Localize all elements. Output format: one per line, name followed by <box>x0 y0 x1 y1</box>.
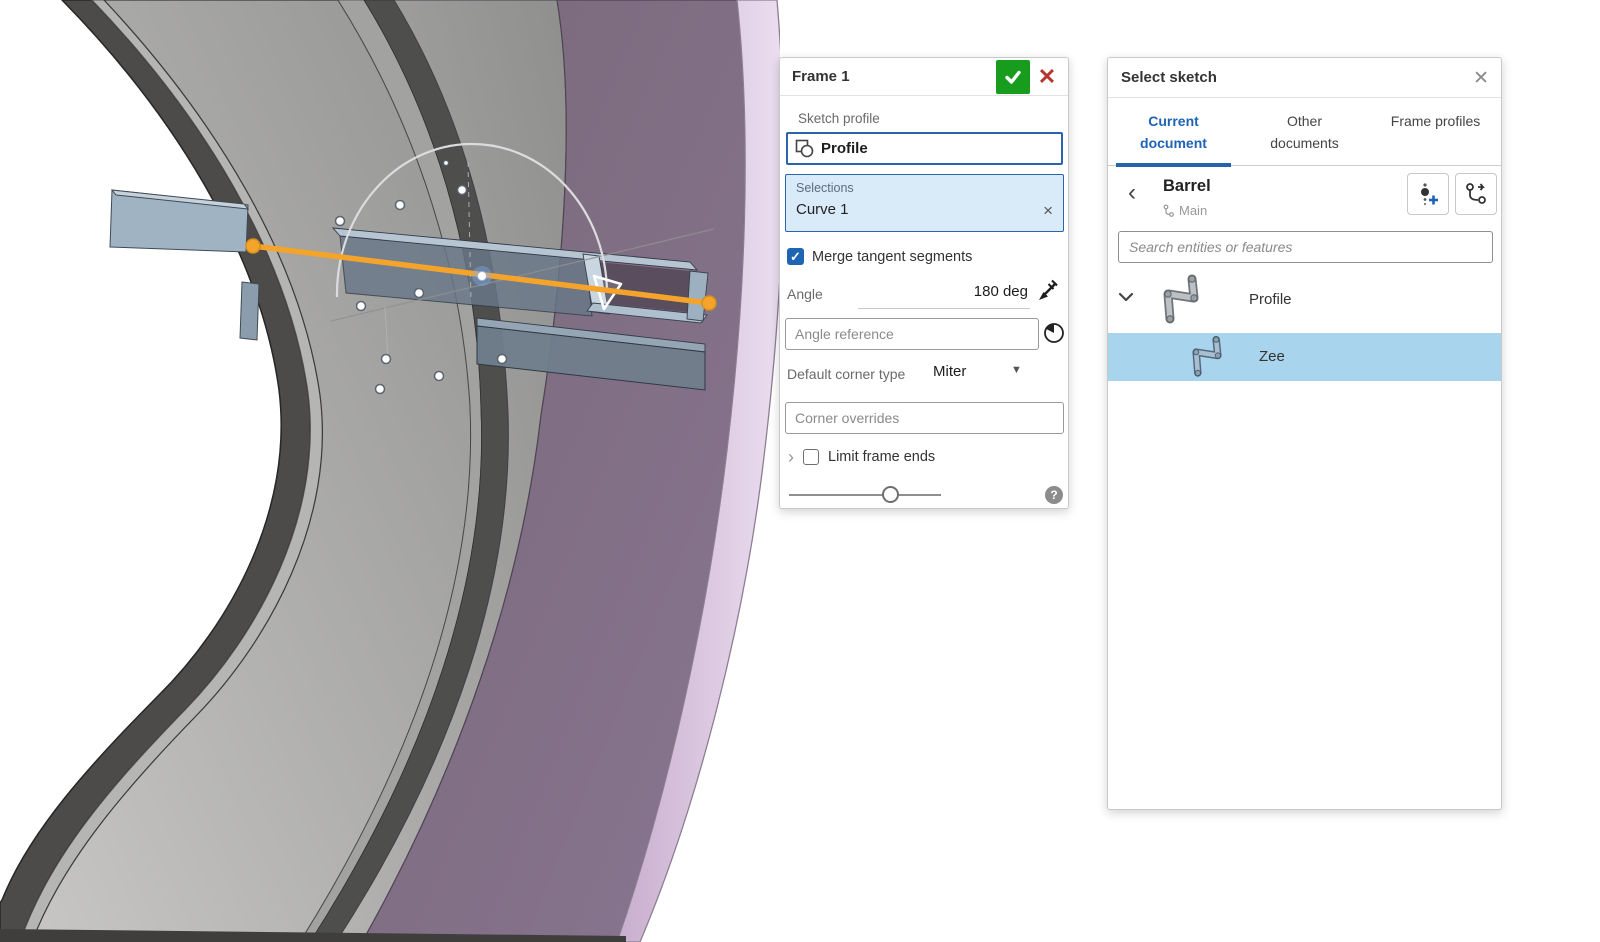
close-icon[interactable]: ✕ <box>1473 67 1489 90</box>
angle-reference-clock-icon[interactable] <box>1042 321 1066 345</box>
dialog-header: Frame 1 ✕ <box>780 58 1068 96</box>
version-plus-icon <box>1414 180 1442 208</box>
confirm-button[interactable] <box>996 60 1030 94</box>
workspace-row: Main <box>1163 203 1207 218</box>
flip-direction-icon[interactable] <box>1035 278 1061 304</box>
angle-label: Angle <box>787 286 823 302</box>
tab-other-documents[interactable]: Other documents <box>1239 98 1370 165</box>
list-item-label: Zee <box>1259 348 1285 365</box>
cancel-button[interactable]: ✕ <box>1032 62 1062 92</box>
sketch-icon <box>795 139 814 158</box>
check-icon <box>1003 67 1023 87</box>
dialog-title: Frame 1 <box>792 58 850 96</box>
zee-sketch-icon <box>1180 333 1234 383</box>
limit-frame-ends-row[interactable]: › Limit frame ends <box>788 449 935 465</box>
branch-button[interactable] <box>1455 173 1497 215</box>
selections-box[interactable]: Selections Curve 1 × <box>785 174 1064 232</box>
chevron-down-icon[interactable] <box>1118 291 1134 303</box>
panel-title: Select sketch <box>1121 58 1217 98</box>
selections-label: Selections <box>796 181 854 195</box>
curve-endpoint-start[interactable] <box>246 239 260 253</box>
frame-feature-dialog: Frame 1 ✕ Sketch profile Profile Selecti… <box>779 57 1069 509</box>
panel-header: Select sketch ✕ <box>1108 58 1501 98</box>
chevron-down-icon[interactable]: ▼ <box>1011 364 1022 376</box>
merge-tangent-label: Merge tangent segments <box>812 249 972 265</box>
select-sketch-panel: Select sketch ✕ Current document Other d… <box>1107 57 1502 810</box>
back-chevron-icon[interactable]: ‹ <box>1128 179 1136 207</box>
tab-current-document[interactable]: Current document <box>1108 98 1239 165</box>
selections-value: Curve 1 <box>796 201 849 218</box>
dialog-resize-slider-track[interactable] <box>789 494 941 496</box>
help-icon[interactable]: ? <box>1045 486 1063 504</box>
list-item-zee-selected[interactable]: Zee <box>1108 333 1501 381</box>
curve-endpoint-end[interactable] <box>702 296 716 310</box>
angle-reference-input[interactable] <box>785 318 1039 350</box>
branch-small-icon <box>1163 204 1174 217</box>
limit-frame-ends-checkbox[interactable] <box>803 449 819 465</box>
sketch-profile-label: Sketch profile <box>798 111 880 126</box>
viewport-3d[interactable] <box>0 0 780 942</box>
create-version-button[interactable] <box>1407 173 1449 215</box>
default-corner-type-select[interactable]: Miter <box>933 363 966 380</box>
search-input[interactable] <box>1118 231 1493 263</box>
merge-tangent-row[interactable]: ✓ Merge tangent segments <box>787 248 972 265</box>
limit-frame-ends-label: Limit frame ends <box>828 449 935 465</box>
frame-member-left-stub[interactable] <box>110 190 259 340</box>
sketch-profile-field[interactable]: Profile <box>786 132 1063 165</box>
tab-frame-profiles[interactable]: Frame profiles <box>1370 98 1501 165</box>
angle-underline <box>858 308 1030 309</box>
list-item-profile[interactable]: Profile <box>1108 269 1501 331</box>
corner-overrides-input[interactable] <box>785 402 1064 434</box>
expand-chevron-icon[interactable]: › <box>788 449 794 465</box>
list-item-label: Profile <box>1249 291 1292 308</box>
barrel-ring[interactable] <box>0 0 780 942</box>
zee-profile-sketch-icon <box>1150 271 1212 331</box>
branch-icon <box>1462 180 1490 208</box>
default-corner-type-label: Default corner type <box>787 366 905 382</box>
document-name: Barrel <box>1163 177 1211 196</box>
curve-midpoint[interactable] <box>478 272 487 281</box>
angle-value[interactable]: 180 deg <box>974 283 1028 300</box>
breadcrumb: ‹ Barrel Main <box>1108 166 1501 221</box>
close-x-icon: ✕ <box>1038 64 1056 90</box>
dialog-resize-slider-handle[interactable] <box>882 486 899 503</box>
tab-bar: Current document Other documents Frame p… <box>1108 98 1501 166</box>
sketch-profile-value: Profile <box>821 140 868 157</box>
merge-tangent-checkbox[interactable]: ✓ <box>787 248 804 265</box>
workspace-name: Main <box>1179 203 1207 218</box>
remove-selection-icon[interactable]: × <box>1043 201 1053 221</box>
